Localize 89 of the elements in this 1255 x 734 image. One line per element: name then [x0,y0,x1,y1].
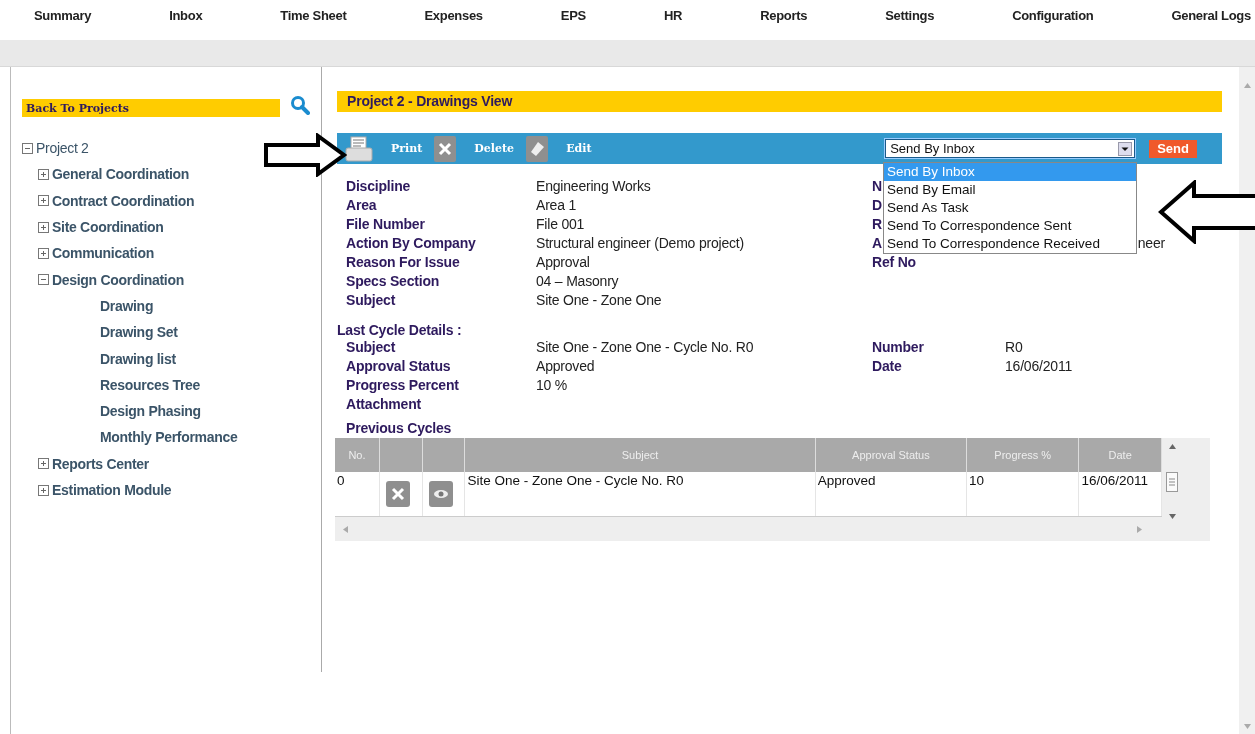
tree-item[interactable]: Estimation Module [52,482,172,498]
tree-item[interactable]: Resources Tree [100,376,201,393]
field-label: R [872,215,882,234]
tree-item[interactable]: Site Coordination [52,219,164,236]
nav-tab[interactable]: EPS [560,7,586,23]
delete-icon [390,487,405,501]
eraser-icon [526,135,549,162]
view-row-button[interactable] [428,481,453,507]
collapse-icon[interactable] [38,274,49,286]
field-value: Site One - Zone One - Cycle No. R0 [536,338,754,357]
expand-icon[interactable] [38,221,49,233]
field-label: Action By Company [346,234,476,253]
nav-tab[interactable]: General Logs [1171,7,1251,23]
table-cell: 0 [335,472,380,517]
collapse-icon[interactable] [22,142,33,154]
dropdown-option[interactable]: Send By Email [884,181,1136,199]
field-label: Subject [346,291,396,310]
scroll-thumb-icon[interactable] [1166,471,1178,492]
field-label: A [872,234,882,253]
printer-icon [345,135,373,162]
tree-item[interactable]: Communication [52,245,154,262]
nav-tab[interactable]: Reports [760,7,808,23]
tree-item[interactable]: Reports Center [52,455,149,472]
field-label: File Number [346,215,425,234]
field-label: Discipline [346,177,411,196]
field-value: R0 [1005,338,1023,357]
field-value: Area 1 [536,196,577,215]
dropdown-option[interactable]: Send To Correspondence Received [884,235,1136,253]
send-dropdown[interactable]: Send By Inbox [885,139,1136,158]
dropdown-option[interactable]: Send To Correspondence Sent [884,217,1136,235]
field-value: Approval [536,253,590,272]
eye-icon [432,488,449,500]
delete-row-button[interactable] [385,481,410,507]
tree-item[interactable]: Drawing list [100,350,176,367]
field-value: 16/06/2011 [1005,357,1073,376]
tree-item[interactable]: Design Phasing [100,403,201,420]
table-cell: Approved [815,472,967,517]
dropdown-option[interactable]: Send As Task [884,199,1136,217]
field-value: Engineering Works [536,177,651,196]
field-label: Reason For Issue [346,253,460,272]
field-value: Approved [536,357,595,376]
expand-icon[interactable] [38,168,49,180]
scroll-down-icon[interactable] [1168,514,1176,519]
nav-tab[interactable]: Expenses [424,7,483,23]
field-value: Structural engineer (Demo project) [536,234,744,253]
field-label: Approval Status [346,357,451,376]
expand-icon[interactable] [38,458,49,470]
table-cell: 16/06/2011 [1078,472,1162,517]
field-label: Specs Section [346,272,440,291]
field-value: 10 % [536,376,568,395]
table-cell: Site One - Zone One - Cycle No. R0 [464,472,816,517]
expand-icon[interactable] [38,247,49,259]
tree-item[interactable]: Design Coordination [52,271,184,288]
section-heading: Last Cycle Details : [337,322,463,338]
nav-tab[interactable]: Summary [34,7,92,23]
scroll-up-icon[interactable] [1168,444,1176,449]
search-icon[interactable] [290,95,310,115]
field-value: Site One - Zone One [536,291,662,310]
expand-icon[interactable] [38,195,49,207]
tree-item[interactable]: Drawing [100,297,154,314]
field-label: Attachment [346,395,421,414]
section-heading: Previous Cycles [346,420,453,436]
nav-tab[interactable]: Time Sheet [280,7,347,23]
field-label: D [872,196,882,215]
field-label: Number [872,338,924,357]
back-to-projects-button[interactable]: Back To Projects [22,99,280,117]
field-label: Date [872,357,902,376]
tree-item[interactable]: Contract Coordination [52,192,195,209]
nav-tab[interactable]: HR [663,7,683,23]
table-cell: 10 [966,472,1079,517]
field-label: Subject [346,338,396,357]
tree-item[interactable]: Project 2 [36,140,89,157]
field-label: Ref No [872,253,916,272]
field-label: Progress Percent [346,376,459,395]
field-value: neer [1137,234,1165,253]
field-label: Area [346,196,377,215]
field-label: N [872,177,882,196]
page-title: Project 2 - Drawings View [337,91,1222,112]
tree-item[interactable]: Monthly Performance [100,429,238,446]
nav-tab[interactable]: Settings [885,7,935,23]
field-value: File 001 [536,215,585,234]
tree-item[interactable]: General Coordination [52,166,190,183]
field-value: 04 – Masonry [536,272,619,291]
nav-tab[interactable]: Inbox [169,7,203,23]
nav-tab[interactable]: Configuration [1012,7,1094,23]
delete-icon [434,135,457,162]
dropdown-caret-icon[interactable] [1118,141,1133,156]
tree-item[interactable]: Drawing Set [100,324,178,341]
expand-icon[interactable] [38,484,49,496]
